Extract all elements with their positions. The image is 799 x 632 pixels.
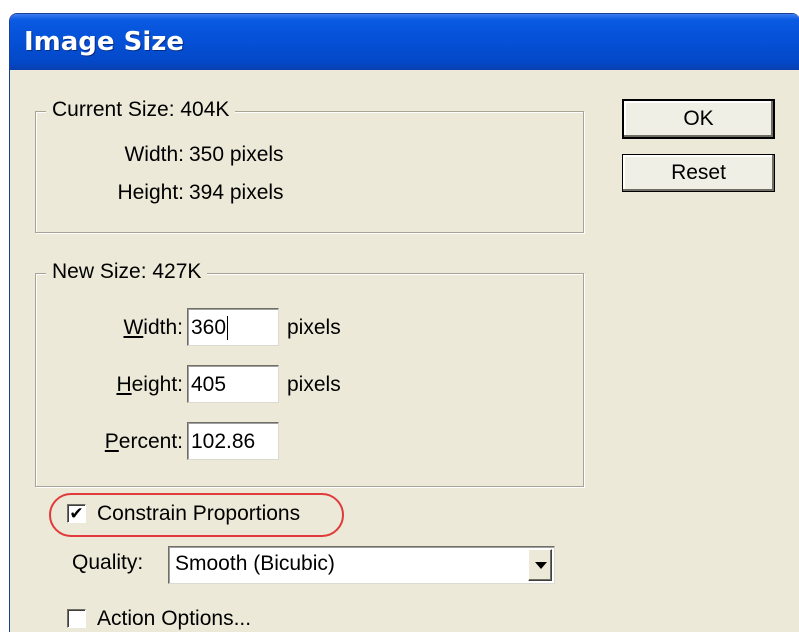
dialog-content: Current Size: 404K Width: 350 pixels Hei… bbox=[10, 70, 799, 632]
percent-input-value: 102.86 bbox=[191, 430, 256, 453]
quality-select[interactable]: Smooth (Bicubic) bbox=[168, 546, 555, 584]
constrain-proportions-label[interactable]: Constrain Proportions bbox=[97, 502, 300, 526]
constrain-proportions-checkbox[interactable]: ✔ bbox=[67, 504, 86, 523]
new-size-group: New Size: 427K Width: 360 pixels Height:… bbox=[35, 260, 584, 487]
percent-input[interactable]: 102.86 bbox=[187, 422, 279, 460]
current-width-value: 350 pixels bbox=[189, 143, 284, 166]
current-width-label: Width: bbox=[124, 143, 184, 166]
reset-button[interactable]: Reset bbox=[622, 154, 775, 192]
image-size-dialog: Image Size Current Size: 404K Width: 350… bbox=[9, 13, 799, 632]
current-height-label: Height: bbox=[117, 181, 184, 204]
width-label-rest: idth: bbox=[143, 316, 183, 339]
width-input-value: 360 bbox=[191, 316, 227, 339]
ok-button[interactable]: OK bbox=[622, 99, 775, 139]
new-size-legend: New Size: 427K bbox=[46, 260, 208, 284]
dialog-title: Image Size bbox=[24, 27, 185, 57]
height-label-rest: eight: bbox=[131, 373, 183, 396]
percent-label: Percent: bbox=[36, 430, 183, 454]
height-accel-key: H bbox=[116, 373, 132, 396]
title-bar[interactable]: Image Size bbox=[10, 14, 799, 70]
quality-select-value: Smooth (Bicubic) bbox=[175, 552, 335, 575]
text-caret bbox=[227, 316, 229, 341]
quality-label: Quality: bbox=[72, 551, 144, 574]
action-options-label[interactable]: Action Options... bbox=[97, 607, 251, 631]
width-accel-key: W bbox=[123, 316, 144, 339]
height-unit: pixels bbox=[287, 373, 341, 396]
chevron-down-icon bbox=[535, 562, 547, 569]
quality-dropdown-button[interactable] bbox=[528, 549, 552, 581]
current-height-value: 394 pixels bbox=[189, 181, 284, 204]
action-options-checkbox[interactable] bbox=[67, 609, 86, 628]
width-input[interactable]: 360 bbox=[187, 308, 279, 346]
height-input-value: 405 bbox=[191, 373, 227, 396]
width-unit: pixels bbox=[287, 316, 341, 339]
new-width-label: Width: bbox=[36, 316, 183, 340]
current-size-legend: Current Size: 404K bbox=[46, 98, 236, 122]
percent-accel-key: P bbox=[104, 430, 119, 453]
current-size-group: Current Size: 404K Width: 350 pixels Hei… bbox=[35, 98, 584, 233]
new-height-label: Height: bbox=[36, 373, 183, 397]
percent-label-rest: ercent: bbox=[118, 430, 183, 453]
height-input[interactable]: 405 bbox=[187, 365, 279, 403]
check-icon: ✔ bbox=[69, 504, 84, 523]
